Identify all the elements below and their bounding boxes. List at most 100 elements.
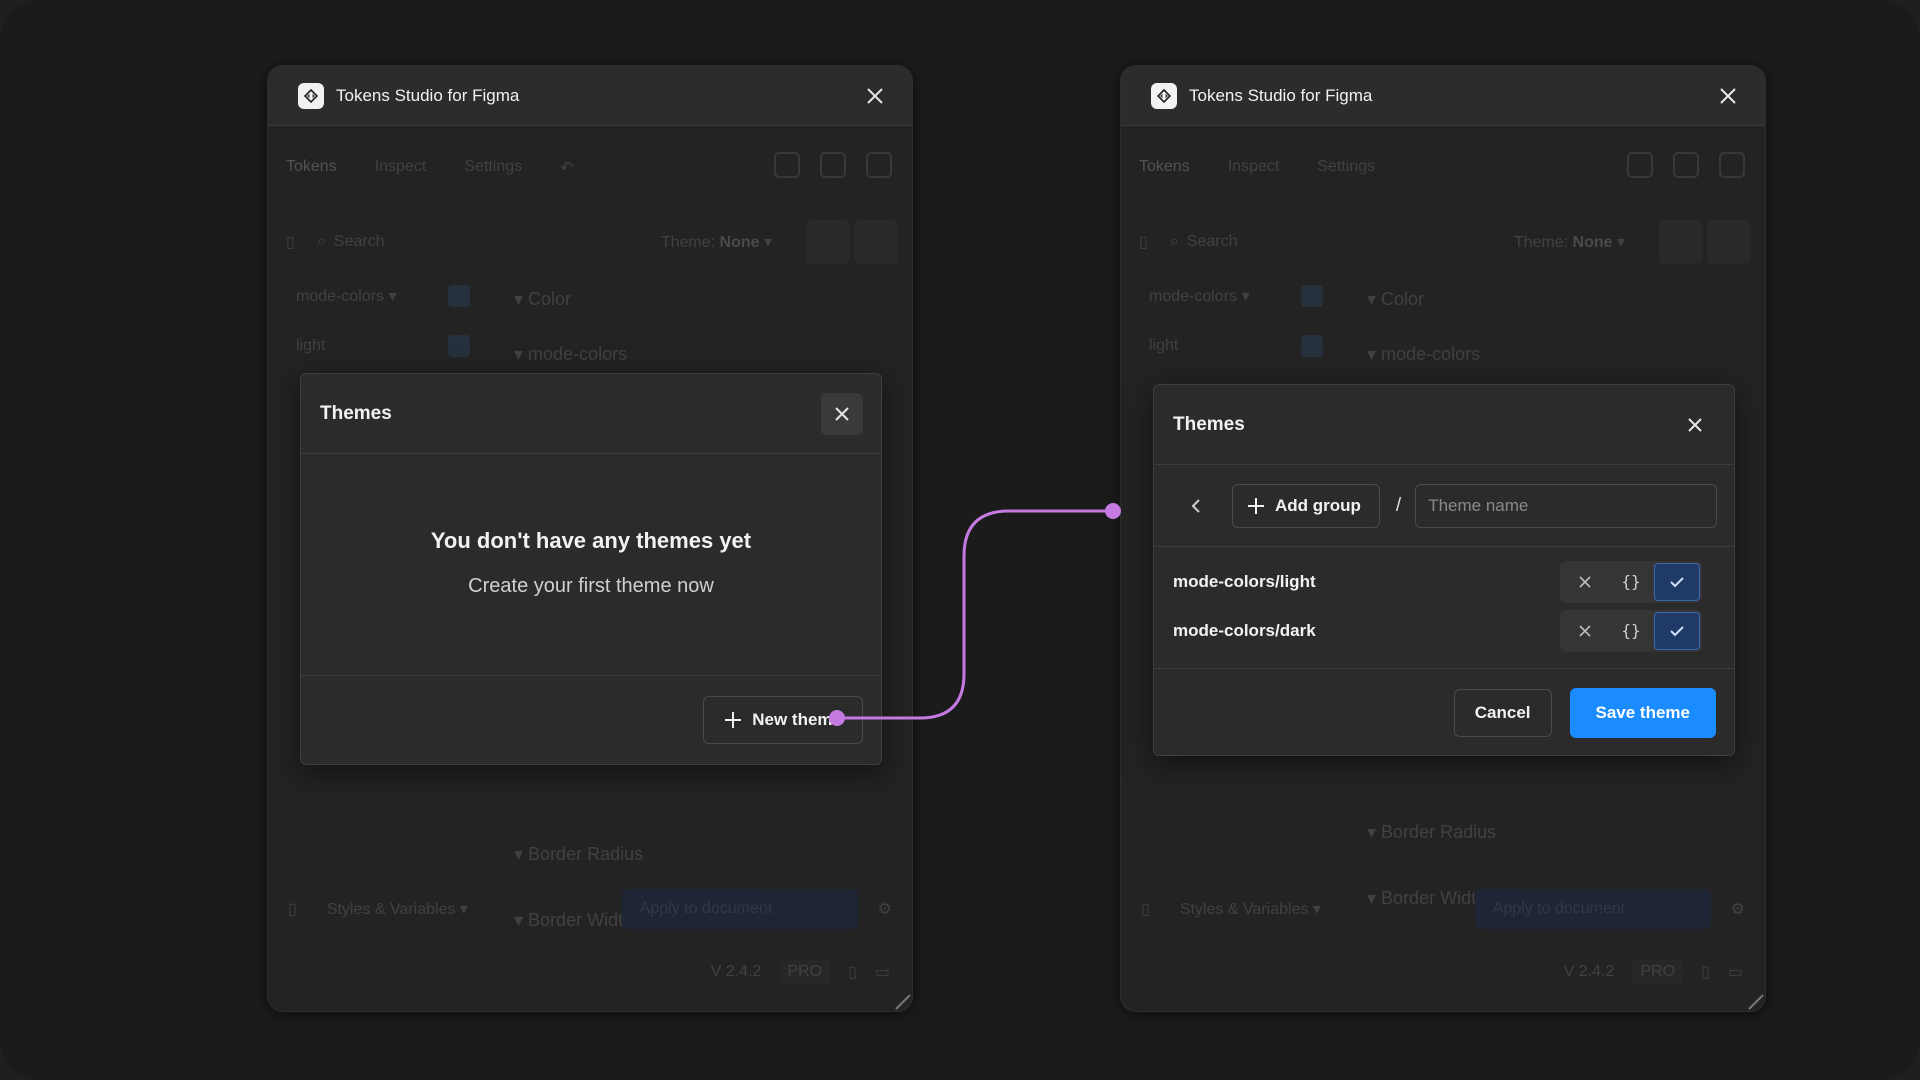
footer: V 2.4.2 PRO ▯ ▭ [1564, 959, 1743, 985]
pro-badge: PRO [1632, 959, 1684, 985]
theme-selector[interactable]: Theme: None ▾ [1514, 232, 1625, 252]
sidebar-item-mode-colors[interactable]: mode-colors ▾ [1141, 276, 1331, 316]
resize-handle-icon[interactable] [892, 991, 912, 1011]
tab-tokens[interactable]: Tokens [286, 158, 337, 178]
search-icon: ⌕ [316, 233, 326, 250]
resize-handle-icon[interactable] [1745, 991, 1765, 1011]
close-icon[interactable] [1674, 404, 1716, 446]
checkbox[interactable] [448, 335, 470, 357]
disabled-x-icon[interactable] [1562, 563, 1608, 601]
checkbox[interactable] [1301, 335, 1323, 357]
tokens-studio-logo-icon [298, 82, 324, 109]
search-input[interactable]: Search [1187, 233, 1238, 251]
bottom-bar: ▯ Styles & Variables ▾ Apply to document… [1141, 888, 1745, 930]
calendar-icon[interactable] [1627, 152, 1653, 178]
shuffle-icon[interactable] [820, 152, 846, 178]
themes-modal-empty: Themes You don't have any themes yet Cre… [300, 373, 882, 765]
collapse-icon[interactable] [1719, 152, 1745, 178]
tab-settings[interactable]: Settings [1317, 158, 1375, 176]
separator: / [1395, 494, 1402, 516]
version-label: V 2.4.2 [710, 963, 762, 980]
gear-icon[interactable]: ⚙ [1731, 899, 1745, 919]
book-icon[interactable]: ▯ [848, 962, 857, 982]
back-chevron-icon[interactable] [1184, 494, 1208, 518]
theme-name-input[interactable] [1415, 483, 1718, 528]
tokens-studio-logo-icon [1151, 82, 1177, 109]
set-status-toggle: {} [1560, 560, 1702, 603]
chat-icon[interactable]: ▭ [1728, 962, 1743, 982]
empty-subtext: Create your first theme now [468, 575, 714, 597]
gear-icon[interactable]: ⚙ [878, 899, 892, 919]
app-title: Tokens Studio for Figma [336, 85, 520, 105]
token-set-row: mode-colors/light {} [1154, 557, 1734, 606]
collapse-icon[interactable] [866, 152, 892, 178]
titlebar: Tokens Studio for Figma [1121, 66, 1765, 126]
enabled-check-icon[interactable] [1654, 562, 1700, 601]
themes-modal-edit: Themes Add group / mode-colors/light [1153, 384, 1735, 756]
tab-inspect[interactable]: Inspect [1228, 158, 1280, 176]
apply-to-document-button[interactable]: Apply to document [1474, 889, 1711, 929]
empty-heading: You don't have any themes yet [430, 528, 752, 553]
save-theme-button[interactable]: Save theme [1569, 688, 1716, 738]
plugin-window-left: Tokens Studio for Figma Tokens Inspect S… [267, 65, 913, 1012]
file-icon[interactable]: ▯ [1141, 899, 1150, 919]
pro-badge: PRO [779, 959, 831, 985]
file-icon[interactable]: ▯ [288, 899, 297, 919]
chat-icon[interactable]: ▭ [875, 962, 890, 982]
modal-title: Themes [1173, 413, 1245, 435]
enabled-check-icon[interactable] [1654, 611, 1700, 650]
json-view-icon[interactable] [854, 220, 898, 264]
source-braces-icon[interactable]: {} [1608, 563, 1654, 601]
calendar-icon[interactable] [774, 152, 800, 178]
search-input[interactable]: Search [334, 233, 385, 251]
modal-header: Themes [1154, 385, 1734, 465]
new-theme-button[interactable]: New theme [703, 696, 863, 744]
checkbox[interactable] [448, 285, 470, 307]
json-view-icon[interactable] [1707, 220, 1751, 264]
book-icon[interactable]: ▯ [1701, 962, 1710, 982]
group-color[interactable]: ▾ Color [514, 289, 571, 310]
styles-variables-dropdown[interactable]: Styles & Variables ▾ [327, 899, 468, 919]
tab-tokens[interactable]: Tokens [1139, 158, 1190, 176]
sidebar-item-mode-colors[interactable]: mode-colors ▾ [288, 276, 478, 316]
group-mode-colors[interactable]: ▾ mode-colors [1367, 344, 1480, 365]
bottom-bar: ▯ Styles & Variables ▾ Apply to document… [288, 888, 892, 930]
shuffle-icon[interactable] [1673, 152, 1699, 178]
checkbox[interactable] [1301, 285, 1323, 307]
undo-icon[interactable]: ↶ [560, 158, 573, 178]
styles-variables-dropdown[interactable]: Styles & Variables ▾ [1180, 899, 1321, 919]
list-view-icon[interactable] [806, 220, 850, 264]
toolbar-icons [1627, 152, 1745, 178]
main-tabs: Tokens Inspect Settings [1139, 158, 1375, 176]
apply-to-document-button[interactable]: Apply to document [621, 889, 858, 929]
source-braces-icon[interactable]: {} [1608, 612, 1654, 650]
token-set-name: mode-colors/dark [1173, 620, 1316, 640]
tab-settings[interactable]: Settings [464, 158, 522, 178]
search-icon: ⌕ [1169, 233, 1179, 250]
group-color[interactable]: ▾ Color [1367, 289, 1424, 310]
set-status-toggle: {} [1560, 609, 1702, 652]
close-icon[interactable] [1715, 83, 1741, 109]
modal-title: Themes [320, 402, 392, 424]
list-view-icon[interactable] [1659, 220, 1703, 264]
group-mode-colors[interactable]: ▾ mode-colors [514, 344, 627, 365]
empty-state: You don't have any themes yet Create you… [301, 454, 881, 676]
sidebar-item-light[interactable]: light [1141, 326, 1331, 366]
sidebar-toggle-icon[interactable]: ▯ [286, 232, 295, 252]
sidebar-item-light[interactable]: light [288, 326, 478, 366]
close-icon[interactable] [821, 392, 863, 435]
close-icon[interactable] [862, 83, 888, 109]
tab-inspect[interactable]: Inspect [375, 158, 427, 178]
theme-name-row: Add group / [1154, 465, 1734, 547]
sidebar-toggle-icon[interactable]: ▯ [1139, 232, 1148, 252]
group-border-radius[interactable]: ▾ Border Radius [1367, 822, 1496, 843]
theme-selector[interactable]: Theme: None ▾ [661, 232, 772, 252]
disabled-x-icon[interactable] [1562, 612, 1608, 650]
add-group-button[interactable]: Add group [1232, 483, 1380, 528]
cancel-button[interactable]: Cancel [1453, 689, 1552, 737]
plus-icon [725, 712, 742, 728]
token-set-name: mode-colors/light [1173, 571, 1316, 591]
toolbar-icons [774, 152, 892, 178]
group-border-radius[interactable]: ▾ Border Radius [514, 844, 643, 865]
plugin-window-right: Tokens Studio for Figma Tokens Inspect S… [1120, 65, 1766, 1012]
